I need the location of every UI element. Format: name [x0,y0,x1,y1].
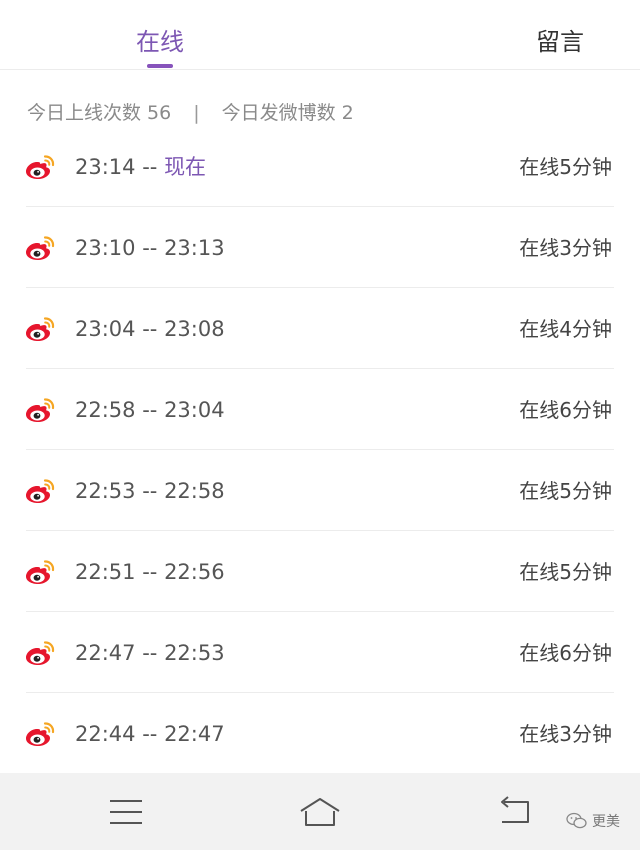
post-count-text: 今日发微博数 2 [221,102,354,124]
weibo-icon [26,722,55,746]
session-dash: -- [142,236,158,260]
session-start: 23:10 [75,236,136,260]
daily-summary: 今日上线次数 56 | 今日发微博数 2 [27,101,354,125]
summary-separator: | [193,102,200,124]
watermark: 更美 [566,811,620,831]
tab-online-label: 在线 [136,28,184,56]
session-duration: 在线5分钟 [519,560,612,584]
session-start: 23:04 [75,317,136,341]
session-time-range: 23:14 -- 现在 [75,153,206,181]
session-row: 23:14 -- 现在 在线5分钟 [0,126,640,207]
active-tab-indicator [147,64,173,68]
session-duration: 在线3分钟 [519,722,612,746]
session-dash: -- [142,317,158,341]
system-nav-bar: 更美 [0,773,640,850]
menu-button[interactable] [106,793,146,833]
session-start: 22:53 [75,479,136,503]
back-icon [501,796,529,823]
session-start: 22:44 [75,722,136,746]
session-end: 22:53 [164,641,225,665]
session-row: 22:47 -- 22:53 在线6分钟 [0,612,640,693]
session-start: 22:58 [75,398,136,422]
session-end: 23:04 [164,398,225,422]
session-start: 22:47 [75,641,136,665]
tab-online[interactable]: 在线 [0,0,320,69]
weibo-icon [26,641,55,665]
wechat-icon [566,812,587,829]
online-history-screen: 在线 留言 今日上线次数 56 | 今日发微博数 2 23:14 -- 现在 在线5… [0,0,640,850]
session-row: 22:53 -- 22:58 在线5分钟 [0,450,640,531]
session-duration: 在线5分钟 [519,479,612,503]
session-list: 23:14 -- 现在 在线5分钟 23:10 -- 23:13 在线3分钟 2… [0,126,640,774]
session-time-range: 22:44 -- 22:47 [75,720,225,748]
session-dash: -- [142,641,158,665]
session-time-range: 23:04 -- 23:08 [75,315,225,343]
session-dash: -- [142,560,158,584]
home-icon [300,798,340,826]
session-row: 23:10 -- 23:13 在线3分钟 [0,207,640,288]
tab-messages-label: 留言 [536,28,584,56]
home-button[interactable] [298,793,340,833]
session-dash: -- [142,479,158,503]
session-duration: 在线6分钟 [519,398,612,422]
session-start: 22:51 [75,560,136,584]
tab-bar: 在线 留言 [0,0,640,70]
online-count-text: 今日上线次数 56 [27,102,172,124]
session-duration: 在线5分钟 [519,155,612,179]
session-time-range: 22:47 -- 22:53 [75,639,225,667]
weibo-icon [26,155,55,179]
session-duration: 在线6分钟 [519,641,612,665]
session-time-range: 22:58 -- 23:04 [75,396,225,424]
weibo-icon [26,236,55,260]
weibo-icon [26,398,55,422]
session-duration: 在线4分钟 [519,317,612,341]
tab-messages[interactable]: 留言 [320,0,640,69]
session-row: 23:04 -- 23:08 在线4分钟 [0,288,640,369]
session-duration: 在线3分钟 [519,236,612,260]
session-end: 22:47 [164,722,225,746]
session-row: 22:44 -- 22:47 在线3分钟 [0,693,640,774]
session-end: 22:56 [164,560,225,584]
session-end: 23:13 [164,236,225,260]
session-row: 22:58 -- 23:04 在线6分钟 [0,369,640,450]
weibo-icon [26,560,55,584]
watermark-text: 更美 [592,814,620,830]
session-row: 22:51 -- 22:56 在线5分钟 [0,531,640,612]
back-button[interactable] [494,793,534,833]
session-end: 23:08 [164,317,225,341]
session-dash: -- [142,155,158,179]
weibo-icon [26,317,55,341]
session-time-range: 22:53 -- 22:58 [75,477,225,505]
session-dash: -- [142,722,158,746]
session-start: 23:14 [75,155,136,179]
session-time-range: 23:10 -- 23:13 [75,234,225,262]
session-end: 现在 [164,155,207,179]
weibo-icon [26,479,55,503]
session-end: 22:58 [164,479,225,503]
session-time-range: 22:51 -- 22:56 [75,558,225,586]
menu-icon [110,800,142,824]
session-dash: -- [142,398,158,422]
